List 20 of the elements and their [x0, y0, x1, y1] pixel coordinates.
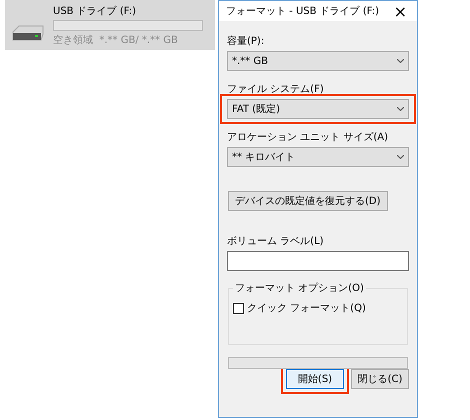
dropdown[interactable]: *.** GB: [227, 51, 409, 71]
close-dialog-button[interactable]: 閉じる(C): [351, 369, 409, 389]
close-button[interactable]: ×: [388, 2, 413, 20]
chevron-icon: [397, 155, 404, 159]
dropdown[interactable]: FAT (既定): [227, 99, 409, 119]
chevron-icon: [397, 59, 404, 63]
free-space-text: 空き領域 *.** GB/ *.** GB: [53, 34, 179, 46]
quick-format-checkbox[interactable]: クイック フォーマット(Q): [233, 301, 366, 315]
field-label: アロケーション ユニット サイズ(A): [227, 131, 390, 144]
drive-icon: [11, 25, 45, 41]
field-label: ボリューム ラベル(L): [227, 235, 325, 248]
group-title: フォーマット オプション(O): [234, 282, 365, 295]
field-label: ファイル システム(F): [227, 83, 325, 96]
chevron-icon: [397, 107, 404, 111]
field-label: 容量(P):: [227, 34, 266, 48]
drive-name: USB ドライブ (F:): [53, 4, 138, 18]
dropdown[interactable]: ** キロバイト: [227, 147, 409, 167]
window-title: フォーマット - USB ドライブ (F:): [226, 4, 379, 18]
volume-label-field[interactable]: [227, 251, 409, 271]
restore-defaults-button[interactable]: デバイスの既定値を復元する(D): [228, 191, 388, 211]
